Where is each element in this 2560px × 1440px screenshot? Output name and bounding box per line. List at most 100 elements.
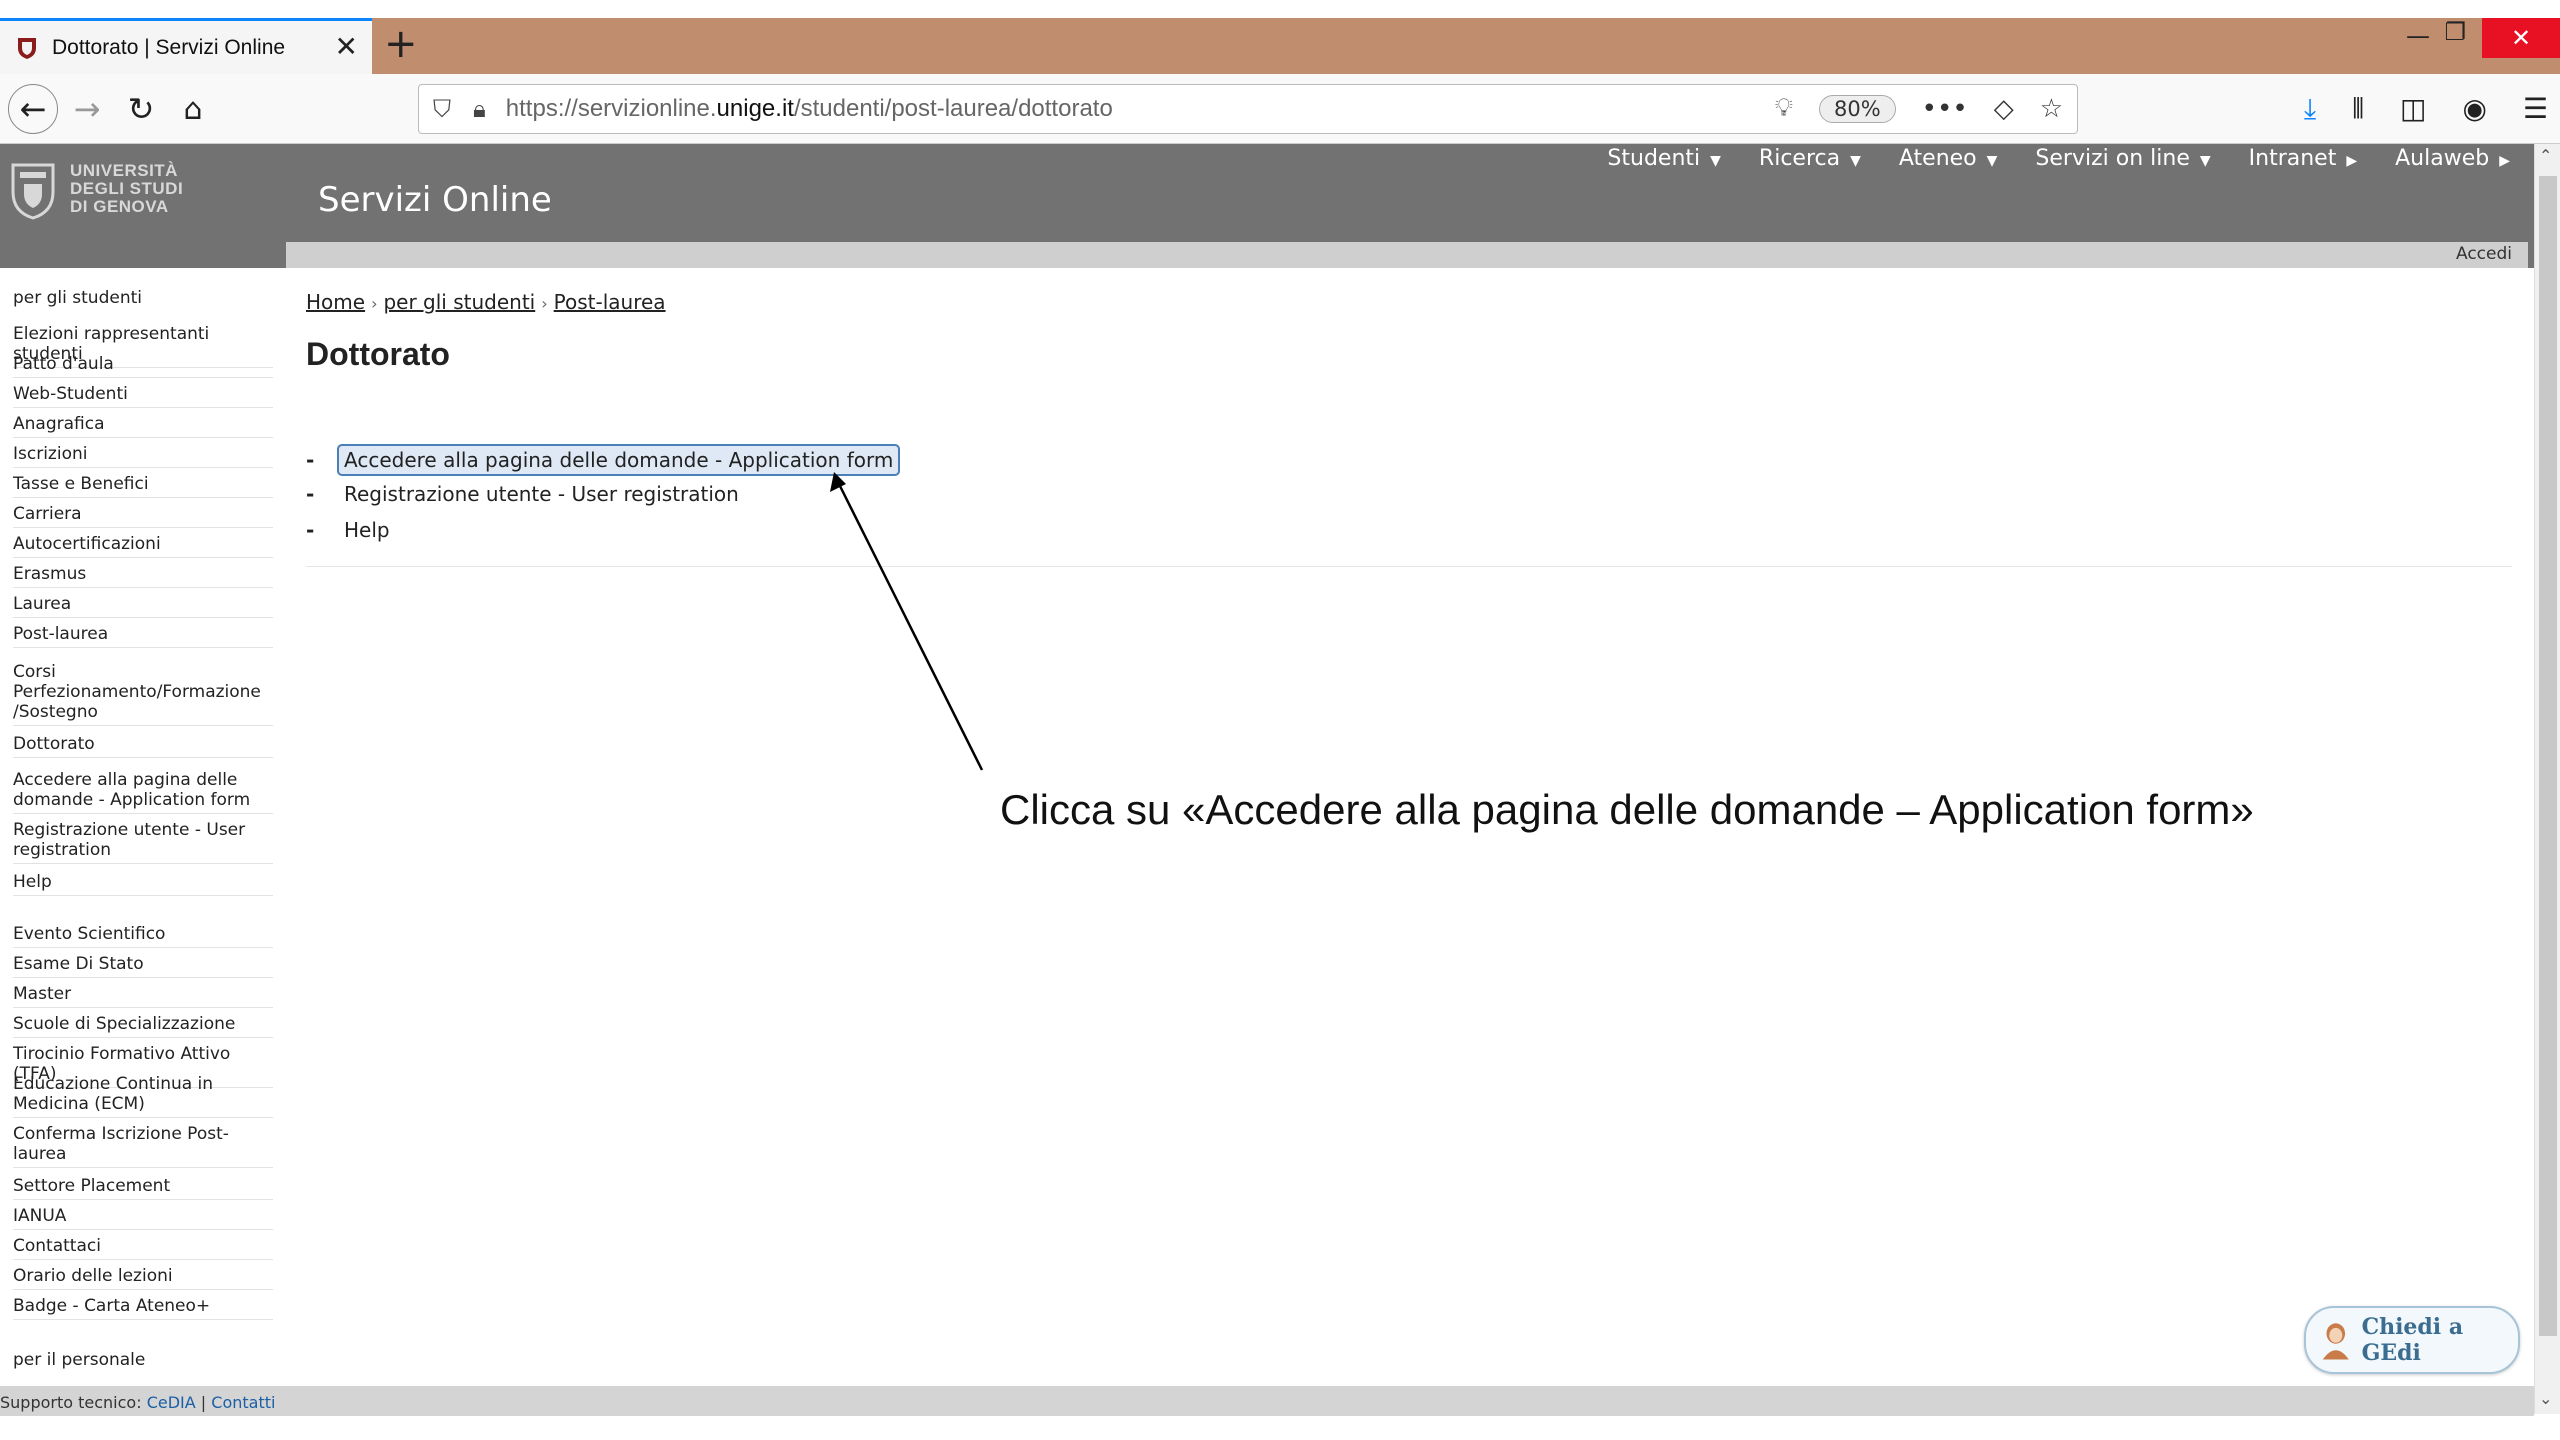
breadcrumb: Home › per gli studenti › Post-laurea [306,290,666,314]
sidebar-heading-personale[interactable]: per il personale [13,1350,145,1370]
chat-gedi-button[interactable]: Chiedi a GEdi [2304,1306,2520,1374]
sidebar-item[interactable]: Web-Studenti [13,384,273,408]
lightbulb-icon[interactable]: 💡︎ [1775,93,1793,124]
download-icon[interactable]: ⤓ [2304,92,2316,126]
scroll-up-icon[interactable]: ⌃ [2539,146,2552,165]
reload-icon[interactable]: ↻ [116,84,166,134]
caret-down-icon: ▼ [1850,153,1861,169]
chat-label: Chiedi a GEdi [2361,1314,2464,1366]
menu-servizi-on-line[interactable]: Servizi on line ▼ [2035,146,2210,171]
list-dash: - [306,518,315,542]
unige-favicon-icon [18,37,36,59]
minimize-icon[interactable]: — [2406,22,2430,50]
accedi-link[interactable]: Accedi [2456,244,2512,264]
help-link[interactable]: Help [344,518,390,542]
forward-arrow-icon[interactable]: → [62,84,112,134]
sidebar-item[interactable]: Laurea [13,594,273,618]
sidebar-heading-studenti[interactable]: per gli studenti [13,288,142,308]
back-arrow-icon[interactable]: ← [8,84,58,134]
header-dark-strip [0,242,286,268]
breadcrumb-separator-icon: › [371,294,378,313]
site-title: Servizi Online [318,180,552,220]
sidebar-item[interactable]: Educazione Continua in Medicina (ECM) [13,1074,273,1118]
sidebar-item[interactable]: Evento Scientifico [13,924,273,948]
menu-aulaweb[interactable]: Aulaweb ▶ [2395,146,2510,171]
university-shield-icon [11,163,55,220]
footer-separator: | [200,1393,207,1412]
content-divider [306,566,2512,567]
pocket-icon[interactable]: ◇ [1994,94,2014,124]
sidebar-item[interactable]: Orario delle lezioni [13,1266,273,1290]
hamburger-menu-icon[interactable]: ☰ [2523,92,2548,126]
footer-contatti-link[interactable]: Contatti [211,1393,275,1412]
caret-right-icon: ▶ [2346,153,2358,169]
menu-intranet[interactable]: Intranet ▶ [2249,146,2357,171]
sidebar-item[interactable]: Conferma Iscrizione Post-laurea [13,1124,273,1168]
sidebar-item[interactable]: Carriera [13,504,273,528]
sidebar-item[interactable]: Settore Placement [13,1176,273,1200]
sidebar-item[interactable]: Esame Di Stato [13,954,273,978]
sidebar-item[interactable]: IANUA [13,1206,273,1230]
logo-line-1: UNIVERSITÀ [70,161,178,180]
menu-ateneo[interactable]: Ateneo ▼ [1899,146,1998,171]
more-actions-icon[interactable]: ••• [1922,94,1968,124]
sidebar-item[interactable]: Corsi Perfezionamento/Formazione /Sosteg… [13,662,273,726]
restore-icon[interactable]: ❐ [2444,18,2466,46]
sidebar: per gli studenti Elezioni rappresentanti… [0,268,286,1388]
url-text[interactable]: https://servizionline.unige.it/studenti/… [506,95,1113,123]
breadcrumb-home[interactable]: Home [306,290,365,314]
caret-down-icon: ▼ [1710,153,1721,169]
page-scrollbar[interactable]: ⌃ ⌄ [2534,144,2560,1414]
sidebar-item[interactable]: Scuole di Specializzazione [13,1014,273,1038]
link-row: - Accedere alla pagina delle domande - A… [306,444,901,476]
sidebar-item[interactable]: Patto d'aula [13,354,273,378]
lock-icon[interactable]: 🔒︎ [473,95,486,123]
scroll-down-icon[interactable]: ⌄ [2539,1389,2552,1408]
logo-line-2: DEGLI STUDI [70,179,184,198]
sidebar-item-dottorato[interactable]: Dottorato [13,734,273,758]
sidebar-item[interactable]: Autocertificazioni [13,534,273,558]
user-registration-link[interactable]: Registrazione utente - User registration [344,482,739,506]
login-bar: Accedi [286,242,2528,268]
window-close-icon[interactable]: ✕ [2482,18,2560,58]
link-row: - Registrazione utente - User registrati… [306,482,739,506]
sidebar-item[interactable]: Tasse e Benefici [13,474,273,498]
annotation-arrow [830,472,984,771]
new-tab-icon[interactable]: + [384,24,418,64]
sidebar-icon[interactable]: ◫ [2400,92,2426,126]
shield-icon[interactable]: ⛉ [433,95,451,123]
zoom-level[interactable]: 80% [1818,94,1896,123]
link-row: - Help [306,518,390,542]
breadcrumb-studenti[interactable]: per gli studenti [383,290,535,314]
sidebar-item[interactable]: Contattaci [13,1236,273,1260]
sidebar-item[interactable]: Help [13,872,273,896]
sidebar-item[interactable]: Erasmus [13,564,273,588]
sidebar-item[interactable]: Iscrizioni [13,444,273,468]
scroll-thumb[interactable] [2539,176,2557,1336]
window-bottom-border [0,1416,2560,1440]
sidebar-item[interactable]: Master [13,984,273,1008]
sidebar-item-post-laurea[interactable]: Post-laurea [13,624,273,648]
active-tab[interactable]: Dottorato | Servizi Online ✕ [0,18,372,74]
tab-title: Dottorato | Servizi Online [52,35,286,59]
address-bar[interactable]: ⛉ 🔒︎ https://servizionline.unige.it/stud… [418,84,2078,134]
sidebar-item[interactable]: Badge - Carta Ateneo+ [13,1296,273,1320]
sidebar-item[interactable]: Anagrafica [13,414,273,438]
home-icon[interactable]: ⌂ [168,84,218,134]
account-icon[interactable]: ◉ [2462,92,2486,126]
sidebar-item[interactable]: Accedere alla pagina delle domande - App… [13,770,273,814]
university-logo[interactable]: UNIVERSITÀ DEGLI STUDI DI GENOVA [10,162,183,220]
page-title: Dottorato [306,336,450,372]
application-form-link[interactable]: Accedere alla pagina delle domande - App… [337,444,901,476]
tab-close-icon[interactable]: ✕ [335,33,358,61]
footer-cedia-link[interactable]: CeDIA [147,1393,196,1412]
library-icon[interactable]: ⫴ [2352,92,2364,126]
breadcrumb-post-laurea[interactable]: Post-laurea [554,290,666,314]
window-top-border [0,0,2560,18]
menu-ricerca[interactable]: Ricerca ▼ [1759,146,1861,171]
caret-down-icon: ▼ [1986,153,1998,169]
sidebar-item[interactable]: Registrazione utente - User registration [13,820,273,864]
bookmark-star-icon[interactable]: ☆ [2040,94,2063,124]
footer: Supporto tecnico: CeDIA | Contatti [0,1386,2534,1416]
menu-studenti[interactable]: Studenti ▼ [1607,146,1721,171]
